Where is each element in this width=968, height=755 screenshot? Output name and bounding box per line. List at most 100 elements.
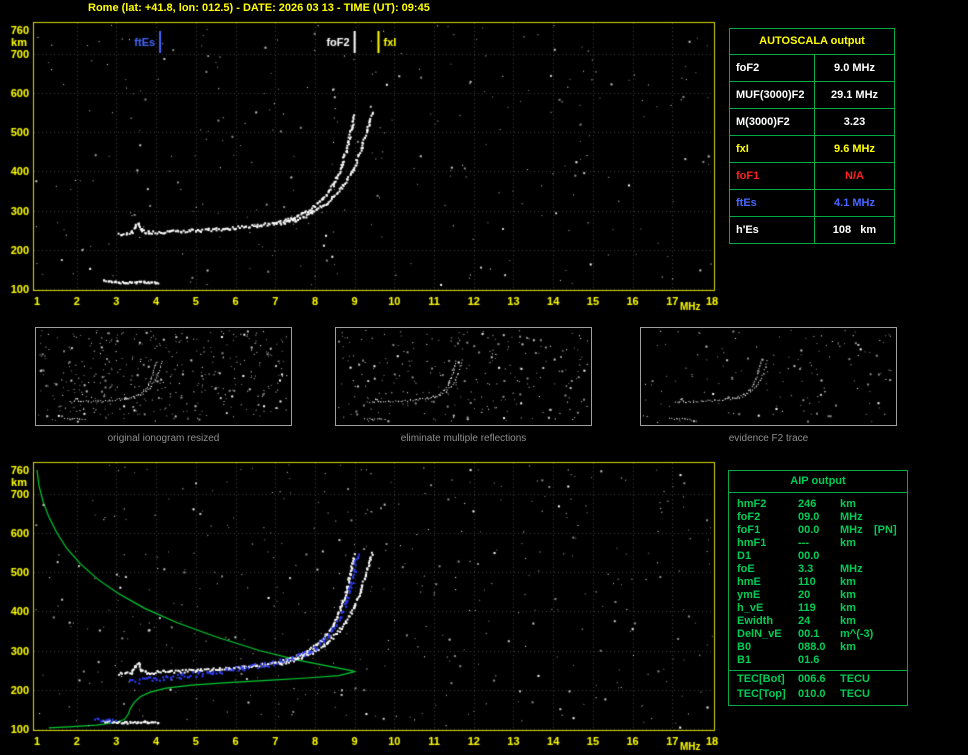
autoscala-row-hEs: h'Es 108 km bbox=[730, 217, 894, 243]
param-value: 01.6 bbox=[798, 654, 820, 666]
param-name: foF1 bbox=[737, 524, 761, 536]
param-label: foF1 bbox=[730, 163, 815, 189]
autoscala-row-ftEs: ftEs 4.1 MHz bbox=[730, 190, 894, 217]
param-name: ymE bbox=[737, 589, 761, 601]
param-value: 010.0 bbox=[798, 688, 826, 700]
aip-row-Ewidth: Ewidth 24 km bbox=[729, 615, 907, 628]
param-unit bbox=[840, 654, 874, 667]
thumbnail-caption-2: eliminate multiple reflections bbox=[400, 433, 527, 444]
param-unit: TECU bbox=[840, 673, 870, 685]
param-note bbox=[874, 654, 907, 667]
aip-row-hmF2: hmF2 246 km bbox=[729, 498, 907, 511]
param-name: Ewidth bbox=[737, 615, 774, 627]
bottom-ionogram-canvas bbox=[0, 460, 724, 755]
param-note bbox=[874, 563, 907, 576]
aip-table-title: AIP output bbox=[729, 471, 907, 493]
aip-row-B1: B1 01.6 bbox=[729, 654, 907, 667]
param-note bbox=[874, 498, 907, 511]
aip-row-foE: foE 3.3 MHz bbox=[729, 563, 907, 576]
param-name: foF2 bbox=[737, 511, 761, 523]
autoscala-row-fxI: fxI 9.6 MHz bbox=[730, 136, 894, 163]
param-note bbox=[874, 511, 907, 524]
aip-row-h_vE: h_vE 119 km bbox=[729, 602, 907, 615]
param-label: foF2 bbox=[730, 55, 815, 81]
param-unit: km bbox=[840, 576, 856, 588]
param-name: hmE bbox=[737, 576, 761, 588]
param-value: 00.0 bbox=[798, 550, 820, 562]
param-unit: km bbox=[840, 615, 856, 627]
param-unit: MHz bbox=[840, 524, 863, 536]
param-unit: TECU bbox=[840, 688, 870, 700]
param-note: [PN] bbox=[874, 524, 897, 536]
param-label: ftEs bbox=[730, 190, 815, 216]
page-title: Rome (lat: +41.8, lon: 012.5) - DATE: 20… bbox=[88, 2, 430, 14]
param-note bbox=[874, 615, 907, 628]
param-note bbox=[874, 576, 907, 589]
aip-row-B0: B0 088.0 km bbox=[729, 641, 907, 654]
param-note bbox=[874, 641, 907, 654]
aip-row-foF2: foF2 09.0 MHz bbox=[729, 511, 907, 524]
thumbnail-multiple-reflections-removed bbox=[335, 327, 592, 426]
param-value: 09.0 bbox=[798, 511, 820, 523]
param-unit: MHz bbox=[840, 563, 863, 575]
param-unit: km bbox=[840, 537, 856, 549]
param-unit: km bbox=[840, 641, 856, 653]
param-name: hmF2 bbox=[737, 498, 767, 510]
top-ionogram-canvas bbox=[0, 20, 724, 320]
param-value: 3.3 bbox=[798, 563, 814, 575]
param-value: 24 bbox=[798, 615, 811, 627]
autoscala-output-table: AUTOSCALA output foF2 9.0 MHz MUF(3000)F… bbox=[729, 28, 895, 244]
aip-output-table: AIP output hmF2 246 km foF2 09.0 MHz foF1 00.… bbox=[728, 470, 908, 706]
autoscala-row-foF2: foF2 9.0 MHz bbox=[730, 55, 894, 82]
param-value: 119 bbox=[798, 602, 816, 614]
param-unit: m^(-3) bbox=[840, 628, 874, 640]
aip-row-ymE: ymE 20 km bbox=[729, 589, 907, 602]
param-note bbox=[874, 688, 907, 701]
param-value: 29.1 MHz bbox=[830, 89, 879, 101]
param-name: B1 bbox=[737, 654, 752, 666]
autoscala-row-MUF3000F2: MUF(3000)F2 29.1 MHz bbox=[730, 82, 894, 109]
param-value: 9.0 MHz bbox=[834, 62, 875, 74]
param-label: fxI bbox=[730, 136, 815, 162]
aip-row-hmF1: hmF1 --- km bbox=[729, 537, 907, 550]
param-value: 00.0 bbox=[798, 524, 820, 536]
param-value: N/A bbox=[845, 170, 864, 182]
aip-row-DelN_vE: DelN_vE 00.1 m^(-3) bbox=[729, 628, 907, 641]
aip-rows: hmF2 246 km foF2 09.0 MHz foF1 00.0 MHz [PN] hm… bbox=[729, 493, 907, 705]
aip-row-foF1: foF1 00.0 MHz [PN] bbox=[729, 524, 907, 537]
param-note bbox=[874, 602, 907, 615]
thumbnail-caption-3: evidence F2 trace bbox=[728, 433, 809, 444]
param-name: D1 bbox=[737, 550, 752, 562]
param-value: 110 bbox=[798, 576, 816, 588]
autoscala-table-title: AUTOSCALA output bbox=[730, 29, 894, 55]
thumbnail-f2-trace-evidence bbox=[640, 327, 897, 426]
param-label: MUF(3000)F2 bbox=[730, 82, 815, 108]
autoscala-row-foF1: foF1 N/A bbox=[730, 163, 894, 190]
param-value: --- bbox=[798, 537, 809, 549]
param-note bbox=[874, 673, 907, 688]
aip-row-D1: D1 00.0 bbox=[729, 550, 907, 563]
param-note bbox=[874, 628, 907, 641]
param-unit: km bbox=[840, 498, 856, 510]
param-value: 3.23 bbox=[843, 116, 866, 128]
param-note bbox=[874, 537, 907, 550]
param-name: DelN_vE bbox=[737, 628, 782, 640]
param-unit: km bbox=[840, 589, 856, 601]
param-name: h_vE bbox=[737, 602, 764, 614]
aip-row-hmE: hmE 110 km bbox=[729, 576, 907, 589]
param-name: foE bbox=[737, 563, 755, 575]
param-name: B0 bbox=[737, 641, 752, 653]
param-name: hmF1 bbox=[737, 537, 767, 549]
param-label: h'Es bbox=[730, 217, 815, 243]
param-value: 246 bbox=[798, 498, 817, 510]
param-note bbox=[874, 550, 907, 563]
param-value: 20 bbox=[798, 589, 811, 601]
param-note bbox=[874, 589, 907, 602]
aip-row-TEC-bot: TEC[Bot] 006.6 TECU bbox=[729, 670, 907, 688]
param-name: TEC[Bot] bbox=[737, 673, 785, 685]
aip-row-TEC-top: TEC[Top] 010.0 TECU bbox=[729, 688, 907, 701]
param-value: 9.6 MHz bbox=[834, 143, 875, 155]
param-unit: km bbox=[840, 602, 856, 614]
autoscala-row-M3000F2: M(3000)F2 3.23 bbox=[730, 109, 894, 136]
param-value: 006.6 bbox=[798, 673, 826, 685]
